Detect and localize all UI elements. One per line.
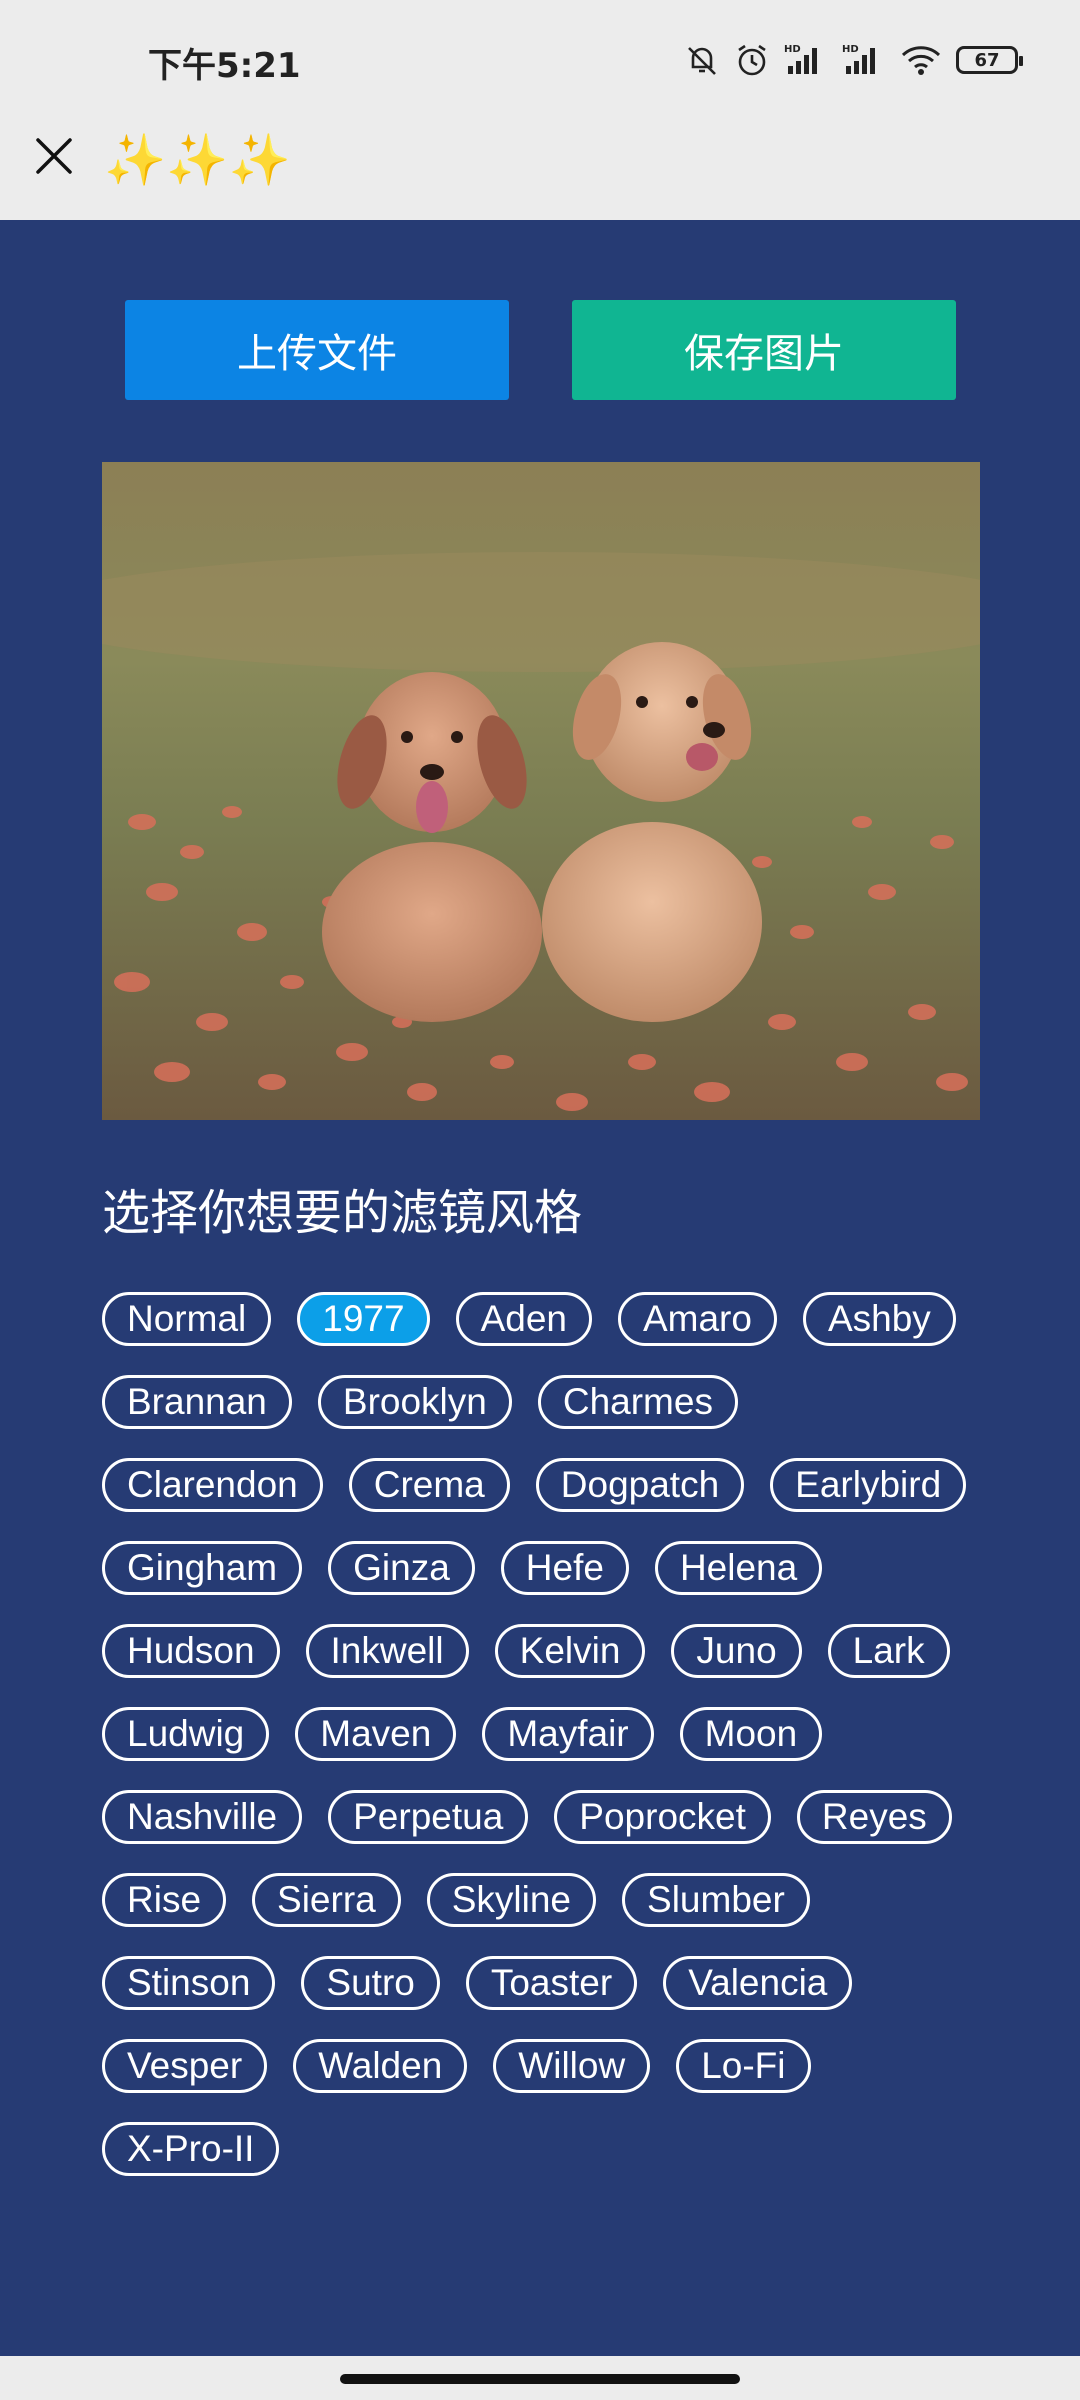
filter-chip[interactable]: Willow xyxy=(493,2039,651,2093)
filter-chip[interactable]: Vesper xyxy=(102,2039,268,2093)
filter-heading: 选择你想要的滤镜风格 xyxy=(102,1185,583,1241)
filter-chip[interactable]: Walden xyxy=(293,2039,468,2093)
filter-chip[interactable]: X-Pro-II xyxy=(102,2122,280,2176)
filter-chip[interactable]: Reyes xyxy=(796,1790,952,1844)
filter-chip[interactable]: Mayfair xyxy=(482,1707,654,1761)
hd-signal-icon: HD xyxy=(842,42,886,78)
filter-chip[interactable]: Brannan xyxy=(102,1375,292,1429)
filter-chip[interactable]: Toaster xyxy=(465,1956,638,2010)
filter-chip[interactable]: Aden xyxy=(455,1292,592,1346)
filter-chip[interactable]: Hefe xyxy=(500,1541,629,1595)
mute-bell-icon xyxy=(684,42,720,78)
filter-chip[interactable]: Helena xyxy=(654,1541,823,1595)
filter-chip[interactable]: Perpetua xyxy=(328,1790,529,1844)
filter-chip[interactable]: Amaro xyxy=(617,1292,777,1346)
filter-chip[interactable]: Sierra xyxy=(252,1873,401,1927)
filter-chip[interactable]: Earlybird xyxy=(770,1458,967,1512)
status-time: 下午5:21 xyxy=(148,46,301,86)
alarm-icon xyxy=(734,42,770,78)
wifi-icon xyxy=(900,42,942,78)
filter-chip[interactable]: 1977 xyxy=(297,1292,430,1346)
close-button[interactable] xyxy=(30,134,78,182)
filter-chip[interactable]: Dogpatch xyxy=(535,1458,745,1512)
filter-chip[interactable]: Crema xyxy=(348,1458,510,1512)
navigation-bar xyxy=(0,2356,1080,2400)
filter-chip[interactable]: Clarendon xyxy=(102,1458,323,1512)
filter-chip[interactable]: Inkwell xyxy=(305,1624,469,1678)
filter-chip[interactable]: Ginza xyxy=(328,1541,475,1595)
filter-chip[interactable]: Ashby xyxy=(802,1292,956,1346)
filter-chip[interactable]: Ludwig xyxy=(102,1707,270,1761)
save-image-button[interactable]: 保存图片 xyxy=(572,300,956,400)
filter-chip[interactable]: Juno xyxy=(671,1624,802,1678)
filter-chip[interactable]: Rise xyxy=(102,1873,227,1927)
filter-chip[interactable]: Moon xyxy=(679,1707,823,1761)
home-indicator[interactable] xyxy=(340,2374,740,2384)
filter-chip[interactable]: Skyline xyxy=(426,1873,597,1927)
filter-chip[interactable]: Lark xyxy=(827,1624,950,1678)
filter-chip[interactable]: Stinson xyxy=(102,1956,276,2010)
filter-chip[interactable]: Normal xyxy=(102,1292,272,1346)
filter-chip[interactable]: Sutro xyxy=(301,1956,440,2010)
filter-chip[interactable]: Slumber xyxy=(622,1873,810,1927)
hd-signal-icon: HD xyxy=(784,42,828,78)
filter-list: Normal 1977 Aden Amaro Ashby Brannan Brooklyn C… xyxy=(102,1292,982,2176)
filter-chip[interactable]: Charmes xyxy=(537,1375,738,1429)
status-bar: 下午5:21 HD HD 67 xyxy=(0,0,1080,118)
status-icons: HD HD 67 xyxy=(684,36,1023,84)
filter-chip[interactable]: Kelvin xyxy=(494,1624,646,1678)
filter-chip[interactable]: Poprocket xyxy=(554,1790,771,1844)
upload-file-button[interactable]: 上传文件 xyxy=(125,300,509,400)
filter-chip[interactable]: Brooklyn xyxy=(317,1375,512,1429)
filter-chip[interactable]: Maven xyxy=(295,1707,457,1761)
close-icon xyxy=(34,136,74,180)
filter-chip[interactable]: Lo-Fi xyxy=(676,2039,811,2093)
svg-text:HD: HD xyxy=(784,44,801,55)
filter-chip[interactable]: Hudson xyxy=(102,1624,280,1678)
svg-text:HD: HD xyxy=(842,44,859,55)
battery-icon: 67 xyxy=(956,46,1023,74)
filter-chip[interactable]: Nashville xyxy=(102,1790,303,1844)
page-title: ✨✨✨ xyxy=(104,131,291,189)
battery-level: 67 xyxy=(974,49,1000,71)
filter-chip[interactable]: Valencia xyxy=(663,1956,853,2010)
preview-image xyxy=(102,462,980,1120)
filter-chip[interactable]: Gingham xyxy=(102,1541,303,1595)
title-bar: ✨✨✨ xyxy=(0,118,1080,220)
